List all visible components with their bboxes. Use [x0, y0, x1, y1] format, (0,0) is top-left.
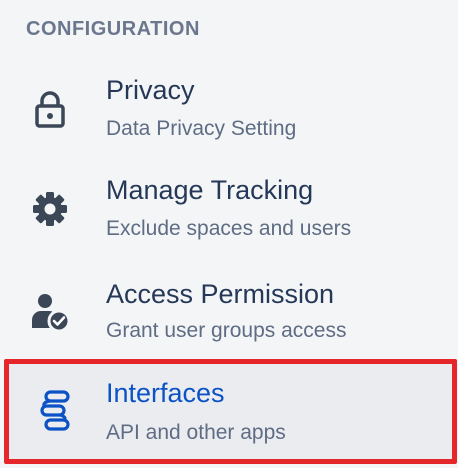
menu-item-access-permission[interactable]: Access Permission Grant user groups acce… [0, 262, 458, 362]
user-check-icon [28, 290, 72, 334]
menu-item-interfaces[interactable]: Interfaces API and other apps [4, 359, 457, 464]
menu-item-subtitle: Data Privacy Setting [106, 117, 297, 140]
menu-item-subtitle: Grant user groups access [106, 319, 347, 342]
menu-item-title: Privacy [106, 75, 195, 105]
menu-item-privacy[interactable]: Privacy Data Privacy Setting [0, 60, 458, 160]
menu-item-subtitle: Exclude spaces and users [106, 217, 352, 240]
menu-item-manage-tracking[interactable]: Manage Tracking Exclude spaces and users [0, 160, 458, 260]
menu-item-title: Manage Tracking [106, 175, 314, 205]
gear-icon [28, 187, 72, 231]
menu-item-title: Interfaces [106, 378, 225, 408]
section-header: CONFIGURATION [26, 18, 200, 40]
menu-item-subtitle: API and other apps [106, 421, 286, 444]
menu-item-title: Access Permission [106, 279, 335, 309]
interfaces-icon [33, 389, 77, 433]
lock-icon [28, 88, 72, 132]
